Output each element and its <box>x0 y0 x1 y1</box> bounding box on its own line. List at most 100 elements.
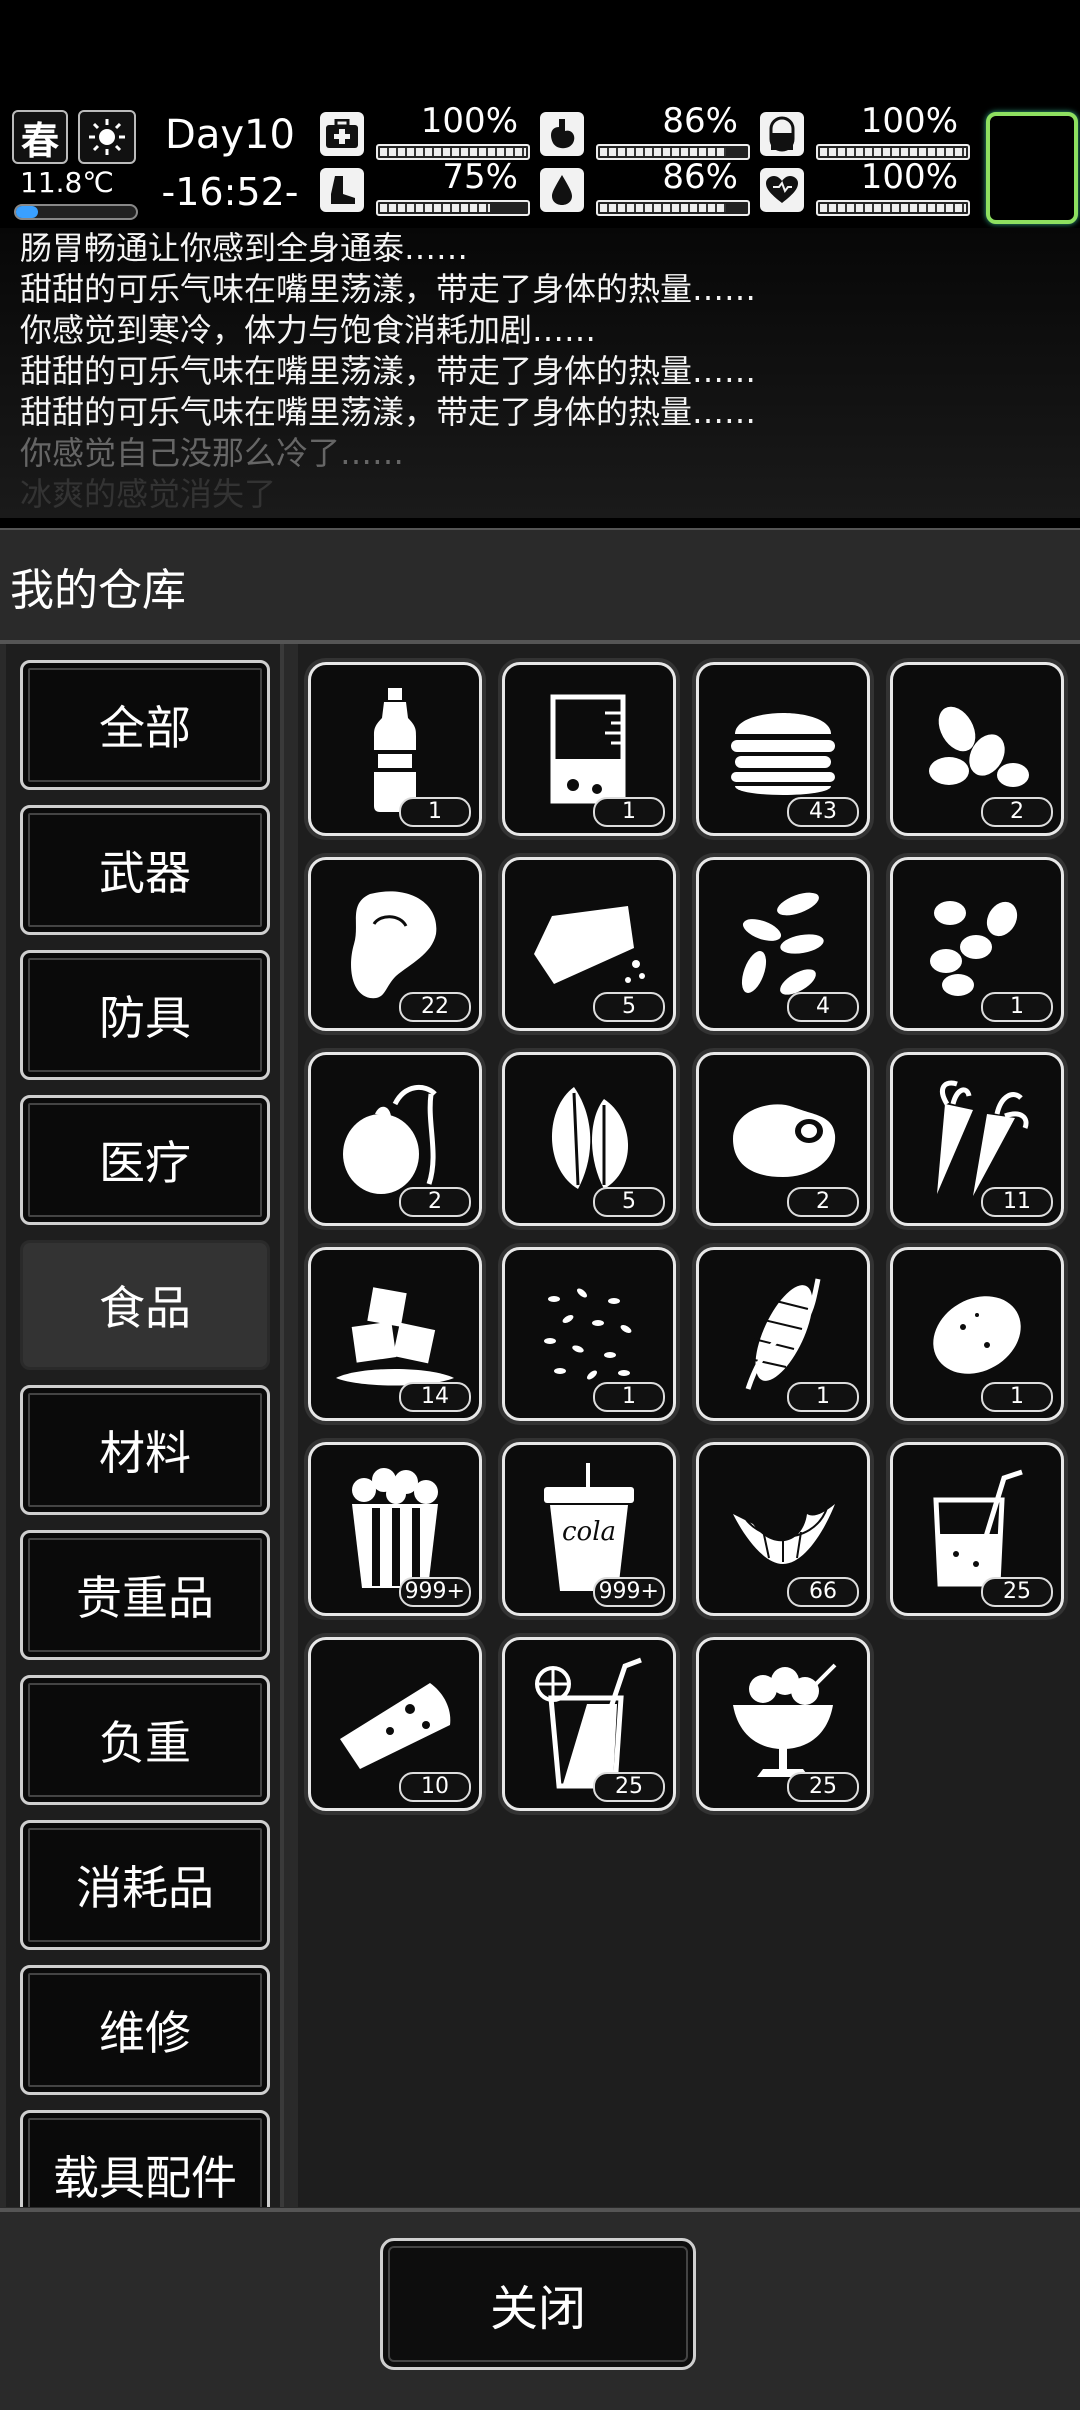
inventory-slot[interactable]: 22 <box>308 857 482 1031</box>
stat-stamina: 75% <box>320 157 530 216</box>
item-count-badge: 1 <box>981 1382 1053 1412</box>
inventory-slot[interactable]: 25 <box>696 1637 870 1811</box>
heart-icon <box>760 168 804 212</box>
temperature-bar <box>14 204 138 220</box>
inventory-slot[interactable]: 2 <box>696 1052 870 1226</box>
inventory-slot[interactable]: 1 <box>890 857 1064 1031</box>
temperature-fill <box>16 206 38 218</box>
category-tab-food[interactable]: 食品 <box>20 1240 270 1370</box>
stat-bar <box>816 200 970 216</box>
item-label: cola <box>561 1517 617 1547</box>
log-line: 甜甜的可乐气味在嘴里荡漾，带走了身体的热量…… <box>20 393 757 431</box>
boot-icon <box>320 168 364 212</box>
equipped-slot[interactable] <box>986 112 1078 224</box>
inventory-slot[interactable]: 10 <box>308 1637 482 1811</box>
log-line: 肠胃畅通让你感到全身通泰…… <box>20 229 469 267</box>
item-count-badge: 5 <box>593 992 665 1022</box>
inventory-slot[interactable]: 4 <box>696 857 870 1031</box>
stat-pill: 100% <box>760 101 970 160</box>
inventory-slot[interactable]: 43 <box>696 662 870 836</box>
item-count-badge: 1 <box>399 797 471 827</box>
inventory-slot[interactable]: 999+ <box>308 1442 482 1616</box>
item-count-badge: 43 <box>787 797 859 827</box>
inventory-slot[interactable]: 25 <box>502 1637 676 1811</box>
divider <box>0 2208 1080 2212</box>
category-tab-carry[interactable]: 负重 <box>20 1675 270 1805</box>
stat-bar <box>376 200 530 216</box>
item-count-badge: 10 <box>399 1772 471 1802</box>
inventory-slot[interactable]: 11 <box>890 1052 1064 1226</box>
stat-mood: 100% <box>760 160 970 216</box>
item-count-badge: 999+ <box>592 1577 665 1607</box>
item-count-badge: 25 <box>981 1577 1053 1607</box>
log-line: 甜甜的可乐气味在嘴里荡漾，带走了身体的热量…… <box>20 352 757 390</box>
item-count-badge: 25 <box>787 1772 859 1802</box>
item-count-badge: 1 <box>593 1382 665 1412</box>
panel-title: 我的仓库 <box>10 565 186 616</box>
day-counter: Day10 <box>165 112 295 158</box>
stat-value: 100% <box>860 101 958 141</box>
inventory-slot[interactable]: 1 <box>502 1247 676 1421</box>
item-count-badge: 4 <box>787 992 859 1022</box>
log-line: 冰爽的感觉消失了 <box>20 475 277 513</box>
message-log: 肠胃畅通让你感到全身通泰…… 甜甜的可乐气味在嘴里荡漾，带走了身体的热量…… 你… <box>0 228 1080 518</box>
sun-icon <box>78 110 136 164</box>
category-tab-repair[interactable]: 维修 <box>20 1965 270 2095</box>
medkit-icon <box>320 112 364 156</box>
game-clock: -16:52- <box>161 170 299 214</box>
category-tab-armor[interactable]: 防具 <box>20 950 270 1080</box>
inventory-slot[interactable]: 1 <box>308 662 482 836</box>
inventory-slot[interactable]: 14 <box>308 1247 482 1421</box>
item-count-badge: 22 <box>399 992 471 1022</box>
category-tab-valuables[interactable]: 贵重品 <box>20 1530 270 1660</box>
stat-value: 100% <box>420 101 518 141</box>
item-count-badge: 1 <box>981 992 1053 1022</box>
temperature-label: 11.8℃ <box>20 166 114 199</box>
stat-water: 86% <box>540 157 750 216</box>
item-count-badge: 1 <box>787 1382 859 1412</box>
inventory-slot[interactable]: 2 <box>890 662 1064 836</box>
warehouse-panel: 我的仓库 全部 武器 防具 医疗 食品 材料 贵重品 负重 消耗品 维修 载具配件 1 1 43 2 22 5… <box>0 528 1080 2410</box>
inventory-slot[interactable]: cola 999+ <box>502 1442 676 1616</box>
category-tab-weapons[interactable]: 武器 <box>20 805 270 935</box>
item-count-badge: 2 <box>787 1187 859 1217</box>
item-count-badge: 25 <box>593 1772 665 1802</box>
item-count-badge: 5 <box>593 1187 665 1217</box>
inventory-slot[interactable]: 1 <box>696 1247 870 1421</box>
item-count-badge: 11 <box>981 1187 1053 1217</box>
inventory-slot[interactable]: 66 <box>696 1442 870 1616</box>
category-tab-vehicle-parts[interactable]: 载具配件 <box>20 2110 270 2207</box>
stat-bar <box>596 200 750 216</box>
stat-health: 100% <box>320 101 530 160</box>
inventory-slot[interactable]: 25 <box>890 1442 1064 1616</box>
category-tab-all[interactable]: 全部 <box>20 660 270 790</box>
stat-value: 86% <box>662 157 738 197</box>
stomach-icon <box>540 112 584 156</box>
log-line: 你感觉到寒冷，体力与饱食消耗加剧…… <box>20 311 597 349</box>
inventory-slot[interactable]: 2 <box>308 1052 482 1226</box>
status-hud: 春 11.8℃ Day10 -16:52- 100% 86% 100% 75% … <box>0 104 1080 224</box>
stat-value: 75% <box>442 157 518 197</box>
category-sidebar[interactable]: 全部武器防具医疗食品材料贵重品负重消耗品维修载具配件 <box>6 644 284 2207</box>
season-badge: 春 <box>12 110 68 164</box>
category-tab-consumables[interactable]: 消耗品 <box>20 1820 270 1950</box>
category-tab-materials[interactable]: 材料 <box>20 1385 270 1515</box>
item-count-badge: 66 <box>787 1577 859 1607</box>
stat-stomach: 86% <box>540 101 750 160</box>
category-tab-medical[interactable]: 医疗 <box>20 1095 270 1225</box>
item-grid[interactable]: 1 1 43 2 22 5 4 1 2 5 2 11 14 1 1 1 999+ cola 999+ 66 25 10 25… <box>298 644 1080 2207</box>
water-drop-icon <box>540 168 584 212</box>
pill-icon <box>760 112 804 156</box>
item-count-badge: 1 <box>593 797 665 827</box>
close-button[interactable]: 关闭 <box>380 2238 696 2370</box>
log-line: 你感觉自己没那么冷了…… <box>20 434 405 472</box>
inventory-slot[interactable]: 5 <box>502 857 676 1031</box>
inventory-slot[interactable]: 5 <box>502 1052 676 1226</box>
item-count-badge: 2 <box>981 797 1053 827</box>
inventory-slot[interactable]: 1 <box>502 662 676 836</box>
log-line: 甜甜的可乐气味在嘴里荡漾，带走了身体的热量…… <box>20 270 757 308</box>
inventory-slot[interactable]: 1 <box>890 1247 1064 1421</box>
item-count-badge: 14 <box>399 1382 471 1412</box>
stat-value: 86% <box>662 101 738 141</box>
item-count-badge: 999+ <box>398 1577 471 1607</box>
